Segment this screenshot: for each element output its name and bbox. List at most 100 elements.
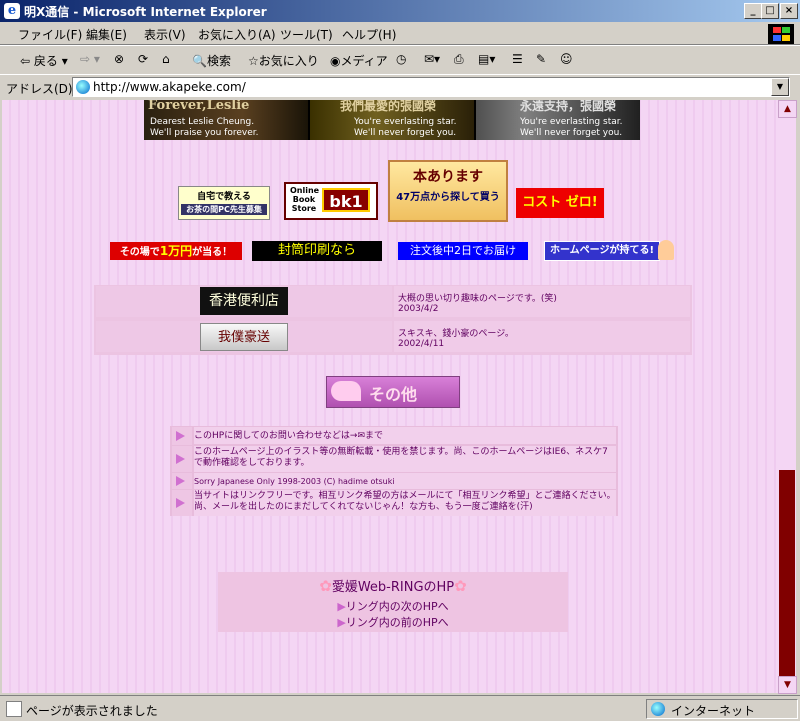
menu-bar: ファイル(F) 編集(E) 表示(V) お気に入り(A) ツール(T) ヘルプ(… [0,22,800,45]
bullet-arrow-icon [172,490,192,516]
ad-delivery[interactable]: 注文後中2日でお届け [398,242,528,260]
ad-envelope-printing[interactable]: 封筒印刷なら [252,241,382,261]
webring-box: ✿愛媛Web-RINGのHP✿ ▶リング内の次のHPへ ▶リング内の前のHPへ [218,572,568,632]
banner-seg1-line2: We'll praise you forever. [150,128,259,138]
webring-title-row: ✿愛媛Web-RINGのHP✿ [218,576,568,595]
ad-homepage-girl-icon [658,240,674,260]
ad-bk1-logo: bk1 [322,188,370,212]
zone-label: インターネット [671,704,756,718]
ad-cost-zero[interactable]: コスト ゼロ! [516,188,604,218]
ad-pc-teacher-line1: 自宅で教える [197,192,251,202]
bullet-arrow-icon: ▶ [337,600,346,613]
section-other-header: その他 [326,376,460,408]
bullet-arrow-icon [172,427,192,445]
banner-seg3-title: 永遠支持，張國榮 [520,100,617,113]
leslie-banner[interactable]: Forever,Leslie Dearest Leslie Cheung. We… [144,100,640,140]
link-date: 2002/4/11 [398,339,445,349]
address-dropdown-icon[interactable]: ▼ [771,78,789,96]
link-table: 香港便利店 大概の思い切り趣味のページです。(笑) 2003/4/2 我僕豪送 … [94,285,692,355]
maximize-button[interactable]: □ [761,3,779,19]
webring-title: 愛媛Web-RINGのHP [331,580,455,595]
window-title: 明X通信 - Microsoft Internet Explorer [24,5,267,19]
menu-tools[interactable]: ツール(T) [280,26,333,43]
link-chin-siu-ho[interactable]: 我僕豪送 [200,323,288,351]
minimize-button[interactable]: _ [744,3,762,19]
menu-edit[interactable]: 編集(E) [86,26,127,43]
address-input[interactable]: http://www.akapeke.com/ ▼ [72,77,790,97]
print-icon[interactable]: ⎙ [454,52,464,67]
table-row: 当サイトはリンクフリーです。相互リンク希望の方はメールにて「相互リンク希望」とご… [170,490,618,516]
toolbar: ⇦ 戻る ▾ ⇨ ▾ ⊗ ⟳ ⌂ 🔍検索 ☆お気に入り ◉メディア ◷ ✉▾ ⎙… [0,45,800,75]
section-other-title: その他 [369,385,418,404]
messenger-icon[interactable]: ☺ [560,52,573,66]
table-row: このHPに関してのお問い合わせなどは→✉まで [170,427,618,445]
ad-books-line2: 47万点から探して買う [396,192,500,203]
info-contact[interactable]: このHPに関してのお問い合わせなどは→✉まで [194,427,616,444]
discuss-icon[interactable]: ☰ [512,52,523,66]
menu-view[interactable]: 表示(V) [144,26,186,43]
mail-icon[interactable]: ✉▾ [424,52,440,66]
flower-icon: ✿ [454,577,467,595]
link-desc: スキスキ、錢小豪のページ。 [398,329,514,339]
ie-logo-icon: e [4,3,20,19]
scroll-down-icon[interactable]: ▼ [778,676,797,694]
bullet-arrow-icon [172,446,192,472]
banner-segment-1: Forever,Leslie Dearest Leslie Cheung. We… [144,100,308,140]
edit-icon[interactable]: ▤▾ [478,52,495,66]
back-button[interactable]: ⇦ 戻る ▾ [20,52,68,69]
table-row: 香港便利店 大概の思い切り趣味のページです。(笑) 2003/4/2 [94,285,692,318]
favorites-button[interactable]: ☆お気に入り [248,52,319,69]
ad-bk1[interactable]: Online Book Store bk1 [284,182,378,220]
scroll-up-icon[interactable]: ▲ [778,100,797,118]
windows-logo-icon [768,24,794,44]
info-link-free: 当サイトはリンクフリーです。相互リンク希望の方はメールにて「相互リンク希望」とご… [194,490,616,516]
banner-seg2-line2: We'll never forget you. [354,128,457,138]
ad-pc-teacher[interactable]: 自宅で教える お茶の間PC先生募集 [178,186,270,220]
link-desc: 大概の思い切り趣味のページです。(笑) [398,294,557,304]
info-table: このHPに関してのお問い合わせなどは→✉まで このホームページ上のイラスト等の無… [170,426,618,516]
page-viewport: Forever,Leslie Dearest Leslie Cheung. We… [2,100,778,693]
menu-help[interactable]: ヘルプ(H) [342,26,396,43]
ad-pc-teacher-line2: お茶の間PC先生募集 [181,204,267,215]
status-bar: ページが表示されました インターネット [0,695,800,721]
ad-10000-yen-highlight: 1万円 [159,244,193,258]
menu-favorites[interactable]: お気に入り(A) [198,26,276,43]
table-row: Sorry Japanese Only 1998-2003 (C) hadime… [170,473,618,489]
ad-10000-yen[interactable]: その場で1万円が当る！ [110,242,242,260]
ad-homepage[interactable]: ホームページが持てる! [544,241,660,261]
ad-bk1-line3: Store [291,204,317,213]
banner-segment-3: 永遠支持，張國榮 You're everlasting star. We'll … [476,100,640,140]
research-icon[interactable]: ✎ [536,52,546,66]
webring-prev-link[interactable]: ▶リング内の前のHPへ [218,614,568,630]
internet-globe-icon [651,702,665,716]
stop-icon[interactable]: ⊗ [114,52,124,66]
flower-icon: ✿ [319,577,332,595]
menu-file[interactable]: ファイル(F) [18,26,82,43]
security-zone: インターネット [646,699,798,719]
ad-books-line1: 本あります [413,169,483,185]
close-button[interactable]: × [780,3,798,19]
media-button[interactable]: ◉メディア [330,52,388,69]
refresh-icon[interactable]: ⟳ [138,52,148,66]
link-date: 2003/4/2 [398,304,439,314]
scroll-thumb[interactable] [779,470,795,676]
status-text: ページが表示されました [26,704,158,718]
table-row: このホームページ上のイラスト等の無断転載・使用を禁じます。尚、このホームページは… [170,446,618,472]
link-hongkong-store[interactable]: 香港便利店 [200,287,288,315]
webring-next-link[interactable]: ▶リング内の次のHPへ [218,598,568,614]
search-button[interactable]: 🔍検索 [192,52,231,69]
address-bar: アドレス(D) http://www.akapeke.com/ ▼ [0,74,800,99]
banner-seg2-line1: You're everlasting star. [354,117,457,127]
table-row: 我僕豪送 スキスキ、錢小豪のページ。 2002/4/11 [94,320,692,353]
bullet-arrow-icon [172,473,192,489]
ad-books[interactable]: 本あります 47万点から探して買う [388,160,508,222]
home-icon[interactable]: ⌂ [162,52,170,66]
vertical-scrollbar[interactable]: ▲ ▼ [778,100,797,694]
banner-seg3-line1: You're everlasting star. [520,117,623,127]
address-label: アドレス(D) [6,82,73,96]
info-copyright-notice: このホームページ上のイラスト等の無断転載・使用を禁じます。尚、このホームページは… [194,446,616,472]
forward-button[interactable]: ⇨ ▾ [80,52,100,66]
address-url: http://www.akapeke.com/ [93,80,246,94]
history-icon[interactable]: ◷ [396,52,406,66]
banner-seg2-title: 我們最愛的張國榮 [340,100,437,113]
